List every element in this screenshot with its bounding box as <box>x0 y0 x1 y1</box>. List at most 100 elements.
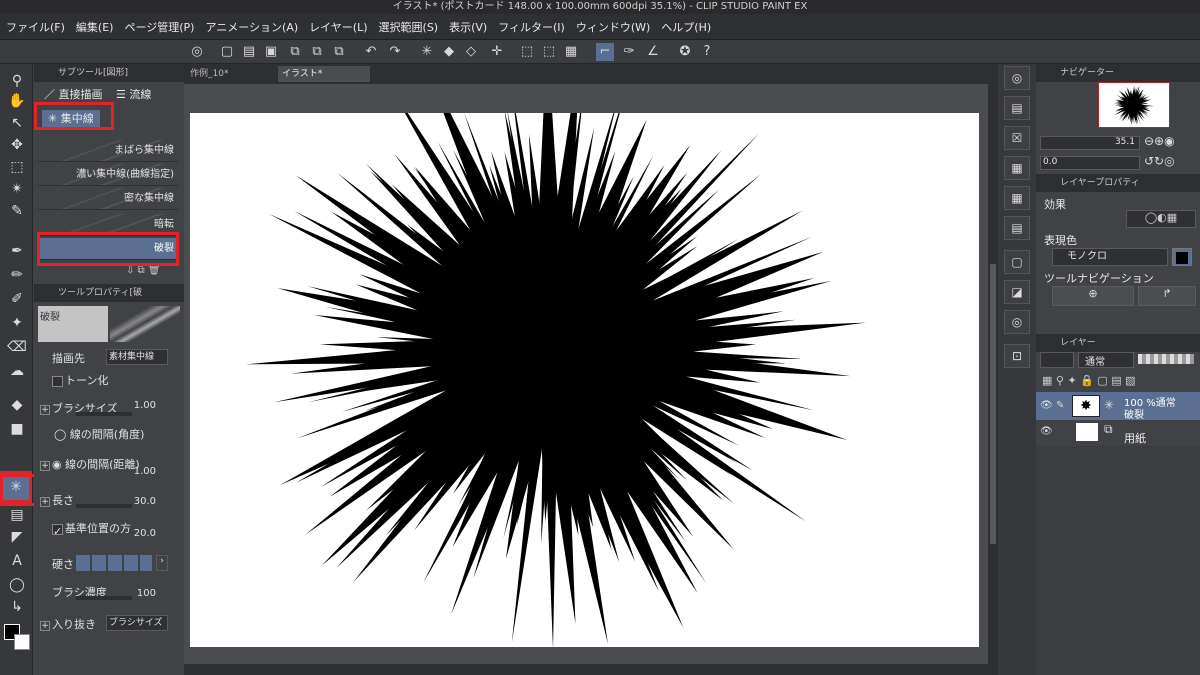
fill-icon[interactable]: ◆ <box>440 43 458 61</box>
hand-icon[interactable]: ✋ <box>5 90 29 112</box>
learn-icon[interactable]: ✪ <box>676 43 694 61</box>
canvas-paper[interactable] <box>190 113 979 647</box>
menu-filter[interactable]: フィルター(I) <box>498 19 565 35</box>
material-btn-1-icon[interactable]: ◎ <box>1004 66 1030 90</box>
navigator-tab[interactable]: ナビゲーター <box>1036 64 1200 82</box>
opacity-slider[interactable] <box>1138 354 1194 364</box>
subtool-tab[interactable]: サブツール[図形] <box>34 64 184 82</box>
draw-target-select[interactable]: 素材集中線 <box>106 349 168 365</box>
vertical-scrollbar[interactable] <box>988 64 998 675</box>
doc-tab-sample[interactable]: 作例_10* <box>186 66 274 82</box>
snap-special-icon[interactable]: ✑ <box>620 43 638 61</box>
horizontal-scrollbar[interactable] <box>184 664 988 675</box>
material-btn-8-icon[interactable]: ◪ <box>1004 280 1030 304</box>
layer-color-select[interactable] <box>1040 352 1074 368</box>
tool-nav-button-2-icon[interactable]: ↱ <box>1138 286 1196 306</box>
gradient-icon[interactable]: ■ <box>5 418 29 440</box>
group-direct-draw[interactable]: ／ 直接描画 <box>44 86 103 102</box>
balloon-icon[interactable]: ◯ <box>5 574 29 596</box>
undo-icon[interactable]: ↶ <box>362 43 380 61</box>
frame-icon[interactable]: ▤ <box>5 504 29 526</box>
material-btn-10-icon[interactable]: ⊡ <box>1004 344 1030 368</box>
text-icon[interactable]: A <box>5 550 29 572</box>
menu-selection[interactable]: 選択範囲(S) <box>379 19 439 35</box>
preset-dense[interactable]: 密な集中線 <box>38 188 178 210</box>
pen-icon[interactable]: ✒ <box>5 240 29 262</box>
hardness-more-icon[interactable]: › <box>156 555 168 571</box>
new-file-icon[interactable]: ▢ <box>218 43 236 61</box>
line-interval-angle-row[interactable]: ◯ 線の間隔(角度) <box>34 424 184 444</box>
material-btn-9-icon[interactable]: ◎ <box>1004 310 1030 334</box>
material-btn-6-icon[interactable]: ▤ <box>1004 216 1030 240</box>
layer-toolbar-icons[interactable]: ▦ ⚲ ✦ 🔒 ▢ ▤ ▧ <box>1042 374 1136 387</box>
expression-color-select[interactable]: モノクロ <box>1052 248 1168 266</box>
blend-icon[interactable]: ☁ <box>5 360 29 382</box>
navigator-thumbnail[interactable] <box>1098 82 1170 128</box>
layer-row-burst[interactable]: 👁 ✎ ✸ ✳ 100 %通常 破裂 <box>1036 392 1200 421</box>
material-btn-2-icon[interactable]: ▤ <box>1004 96 1030 120</box>
snap-ruler-icon[interactable]: ⌐ <box>596 43 614 61</box>
export-icon[interactable]: ⧉ <box>286 43 304 61</box>
menu-edit[interactable]: 編集(E) <box>76 19 114 35</box>
operation-icon[interactable]: ↖ <box>5 112 29 134</box>
line-interval-value[interactable]: 1.00 <box>134 466 156 477</box>
menu-file[interactable]: ファイル(F) <box>6 19 65 35</box>
rotation-field[interactable]: 0.0 <box>1040 156 1140 170</box>
menu-layer[interactable]: レイヤー(L) <box>309 19 367 35</box>
help-icon[interactable]: ? <box>698 43 716 61</box>
material-btn-3-icon[interactable]: ☒ <box>1004 126 1030 150</box>
doc-tab-illust[interactable]: イラスト* <box>278 66 370 82</box>
eraser-icon[interactable]: ⌫ <box>5 336 29 358</box>
brush-density-slider[interactable] <box>76 596 132 600</box>
save-icon[interactable]: ▣ <box>262 43 280 61</box>
brush-size-value[interactable]: 1.00 <box>134 400 156 411</box>
clear-icon[interactable]: ◇ <box>462 43 480 61</box>
material-btn-4-icon[interactable]: ▦ <box>1004 156 1030 180</box>
redo-icon[interactable]: ↷ <box>386 43 404 61</box>
selection-icon[interactable]: ⬚ <box>5 156 29 178</box>
export3-icon[interactable]: ⧉ <box>330 43 348 61</box>
fill-tool-icon[interactable]: ◆ <box>5 394 29 416</box>
ref-pos-checkbox[interactable]: ✓ 基準位置の方 <box>52 520 131 538</box>
eye-icon[interactable]: 👁 <box>1040 400 1053 411</box>
menu-window[interactable]: ウィンドウ(W) <box>576 19 650 35</box>
tool-property-tab[interactable]: ツールプロパティ[破 <box>34 284 184 302</box>
blend-mode-select[interactable]: 通常 <box>1078 352 1134 368</box>
layer-tab[interactable]: レイヤー <box>1036 334 1200 352</box>
hardness-slider[interactable] <box>76 555 152 571</box>
preset-dense-curve[interactable]: 濃い集中線(曲線指定) <box>38 164 178 186</box>
zoom-buttons-icon[interactable]: ⊖⊕◉ <box>1144 134 1175 148</box>
open-icon[interactable]: ▤ <box>240 43 258 61</box>
magnify-icon[interactable]: ⚲ <box>5 70 29 92</box>
canvas-area[interactable] <box>184 84 988 664</box>
menu-help[interactable]: ヘルプ(H) <box>661 19 711 35</box>
layer-property-tab[interactable]: レイヤープロパティ <box>1036 174 1200 192</box>
group-flow-line[interactable]: ☰ 流線 <box>116 86 151 102</box>
length-slider[interactable] <box>76 504 132 508</box>
zoom-field[interactable]: 35.1 <box>1040 136 1140 150</box>
menu-page[interactable]: ページ管理(P) <box>124 19 194 35</box>
snap-grid-icon[interactable]: ∠ <box>644 43 662 61</box>
taper-select[interactable]: ブラシサイズ <box>106 615 168 631</box>
sub-color-swatch[interactable] <box>14 634 30 650</box>
auto-select-icon[interactable]: ✴ <box>5 178 29 200</box>
correct-line-icon[interactable]: ↳ <box>5 596 29 618</box>
pencil-icon[interactable]: ✏ <box>5 264 29 286</box>
deselect-icon[interactable]: ⬚ <box>518 43 536 61</box>
export2-icon[interactable]: ⧉ <box>308 43 326 61</box>
preset-sparse[interactable]: まばら集中線 <box>38 140 178 162</box>
material-btn-7-icon[interactable]: ▢ <box>1004 250 1030 274</box>
brush-density-value[interactable]: 100 <box>137 588 156 599</box>
brush-size-slider[interactable] <box>76 412 132 416</box>
tone-checkbox[interactable]: トーン化 <box>52 372 108 388</box>
marquee-icon[interactable]: ✳ <box>418 43 436 61</box>
ruler-icon[interactable]: ◤ <box>5 526 29 548</box>
menu-view[interactable]: 表示(V) <box>449 19 487 35</box>
effect-buttons-icon[interactable]: ◯◐▦ <box>1126 210 1196 228</box>
clip-studio-icon[interactable]: ◎ <box>188 43 206 61</box>
transform-icon[interactable]: ✛ <box>488 43 506 61</box>
tool-nav-button-1-icon[interactable]: ⊕ <box>1052 286 1134 306</box>
rotation-buttons-icon[interactable]: ↺↻◎ <box>1144 154 1175 168</box>
layer-row-paper[interactable]: 👁 ⧉ 用紙 <box>1036 420 1200 446</box>
move-layer-icon[interactable]: ✥ <box>5 134 29 156</box>
